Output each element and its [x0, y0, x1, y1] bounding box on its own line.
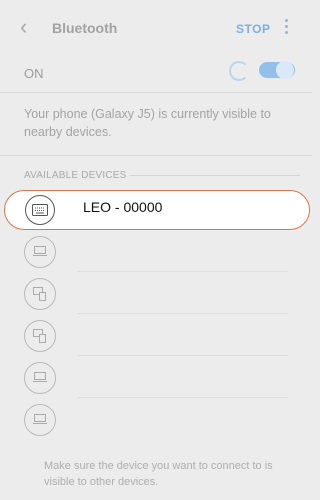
status-label: ON [24, 66, 44, 81]
bluetooth-toggle[interactable] [259, 61, 295, 79]
more-vertical-icon[interactable] [285, 19, 289, 37]
device-item[interactable] [0, 400, 312, 440]
laptop-icon [24, 362, 56, 394]
help-text: Make sure the device you want to connect… [44, 460, 273, 488]
scanning-spinner-icon [229, 61, 249, 81]
divider [0, 92, 312, 93]
chevron-left-icon[interactable]: ‹ [20, 14, 27, 40]
device-name: LEO - 00000 [83, 199, 163, 215]
divider [0, 155, 312, 156]
device-item[interactable] [0, 358, 312, 398]
stop-button[interactable]: STOP [236, 22, 270, 36]
section-divider [130, 175, 300, 176]
devices-icon [24, 278, 56, 310]
app-bar: ‹ Bluetooth STOP [0, 0, 312, 56]
device-item-highlighted[interactable]: LEO - 00000 [4, 190, 310, 230]
device-item[interactable] [0, 316, 312, 356]
bluetooth-status-row: ON [0, 56, 312, 88]
visibility-message: Your phone (Galaxy J5) is currently visi… [24, 107, 271, 139]
laptop-icon [24, 404, 56, 436]
keyboard-icon [25, 195, 55, 225]
page-title: Bluetooth [52, 20, 118, 36]
device-item[interactable] [0, 274, 312, 314]
device-item[interactable] [0, 232, 312, 272]
devices-icon [24, 320, 56, 352]
laptop-icon [24, 236, 56, 268]
section-header: AVAILABLE DEVICES [24, 170, 127, 181]
